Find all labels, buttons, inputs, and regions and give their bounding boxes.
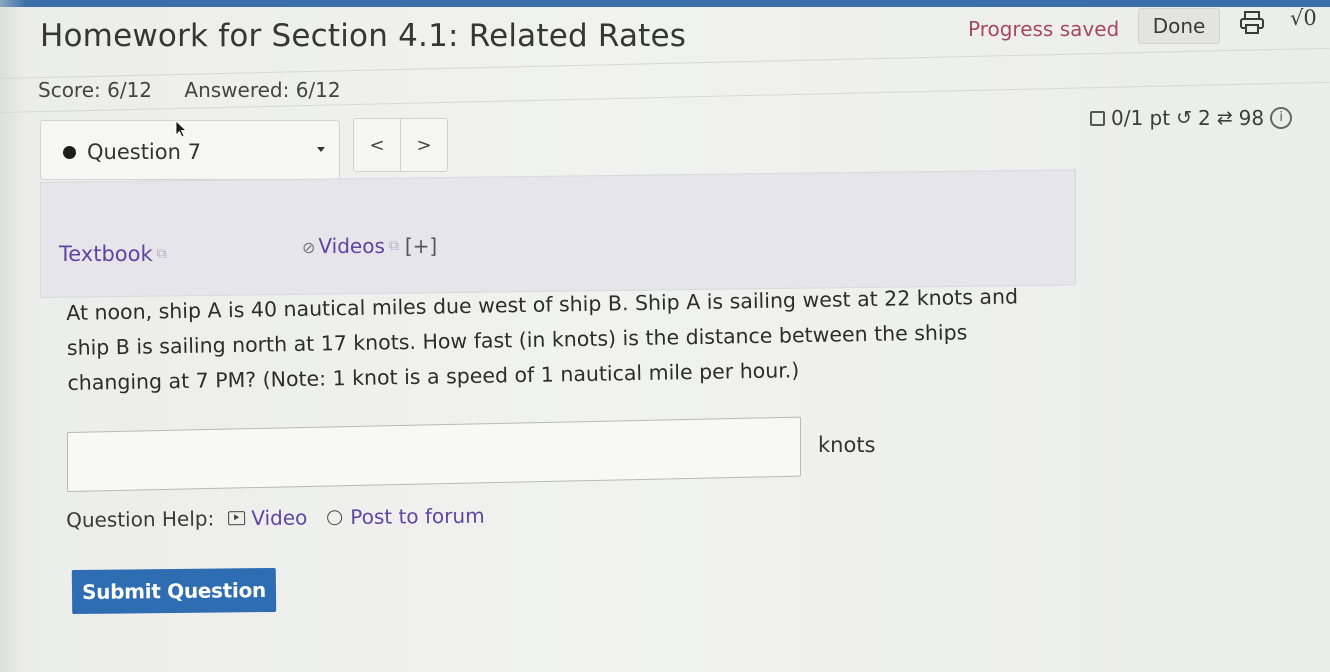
status-dot-icon (63, 146, 76, 159)
answered-text: Answered: 6/12 (184, 78, 341, 102)
page-title: Homework for Section 4.1: Related Rates (40, 18, 687, 54)
videos-link[interactable]: ⊘ Videos ⧉ [+] (302, 234, 437, 258)
info-icon[interactable]: i (1270, 107, 1293, 129)
forum-label: Post to forum (350, 503, 485, 530)
homework-page: Homework for Section 4.1: Related Rates … (0, 0, 1330, 672)
caret-down-icon (317, 147, 325, 152)
points-text: 0/1 pt (1111, 106, 1171, 130)
attempts-count: 2 (1198, 106, 1211, 130)
question-help: Question Help: Video Post to forum (66, 504, 485, 532)
score-text: Score: 6/12 (38, 78, 153, 102)
help-video-label: Video (251, 505, 308, 531)
previous-question-button[interactable]: < (354, 119, 400, 171)
progress-status: Progress saved (968, 17, 1120, 41)
question-select-label: Question 7 (87, 140, 201, 164)
printer-icon[interactable] (1238, 10, 1266, 36)
help-video-link[interactable]: Video (228, 505, 307, 530)
top-accent-bar (0, 0, 1330, 7)
question-pager: < > (353, 118, 448, 172)
speech-bubble-icon (327, 509, 343, 525)
external-link-icon: ⧉ (388, 238, 399, 254)
question-select[interactable]: Question 7 (40, 120, 340, 180)
textbook-label: Textbook (59, 242, 153, 266)
done-button[interactable]: Done (1138, 8, 1220, 44)
paperclip-icon: ⊘ (302, 238, 316, 257)
mouse-pointer-icon (175, 120, 187, 138)
math-tool-icon[interactable]: √0 (1290, 6, 1330, 36)
external-link-icon: ⧉ (156, 246, 167, 262)
question-text: At noon, ship A is 40 nautical miles due… (66, 279, 1068, 401)
help-label: Question Help: (66, 506, 215, 532)
version-icon: ⇄ (1216, 107, 1233, 129)
submit-question-button[interactable]: Submit Question (71, 567, 277, 615)
post-to-forum-link[interactable]: Post to forum (321, 504, 485, 530)
videos-label: Videos (318, 234, 385, 258)
answer-units: knots (818, 433, 876, 457)
resources-panel (40, 169, 1076, 298)
retry-icon: ↺ (1176, 107, 1193, 129)
video-icon (228, 511, 246, 526)
screen-edge-shadow (0, 0, 26, 672)
score-summary: Score: 6/12 Answered: 6/12 (38, 78, 367, 102)
answer-input[interactable] (67, 416, 801, 492)
question-meta: 0/1 pt ↺ 2 ⇄ 98 i (1090, 106, 1293, 130)
expand-toggle[interactable]: [+] (405, 234, 437, 258)
versions-count: 98 (1238, 106, 1265, 130)
checkbox-icon (1090, 110, 1105, 126)
next-question-button[interactable]: > (400, 119, 447, 171)
textbook-link[interactable]: Textbook ⧉ (59, 242, 167, 266)
